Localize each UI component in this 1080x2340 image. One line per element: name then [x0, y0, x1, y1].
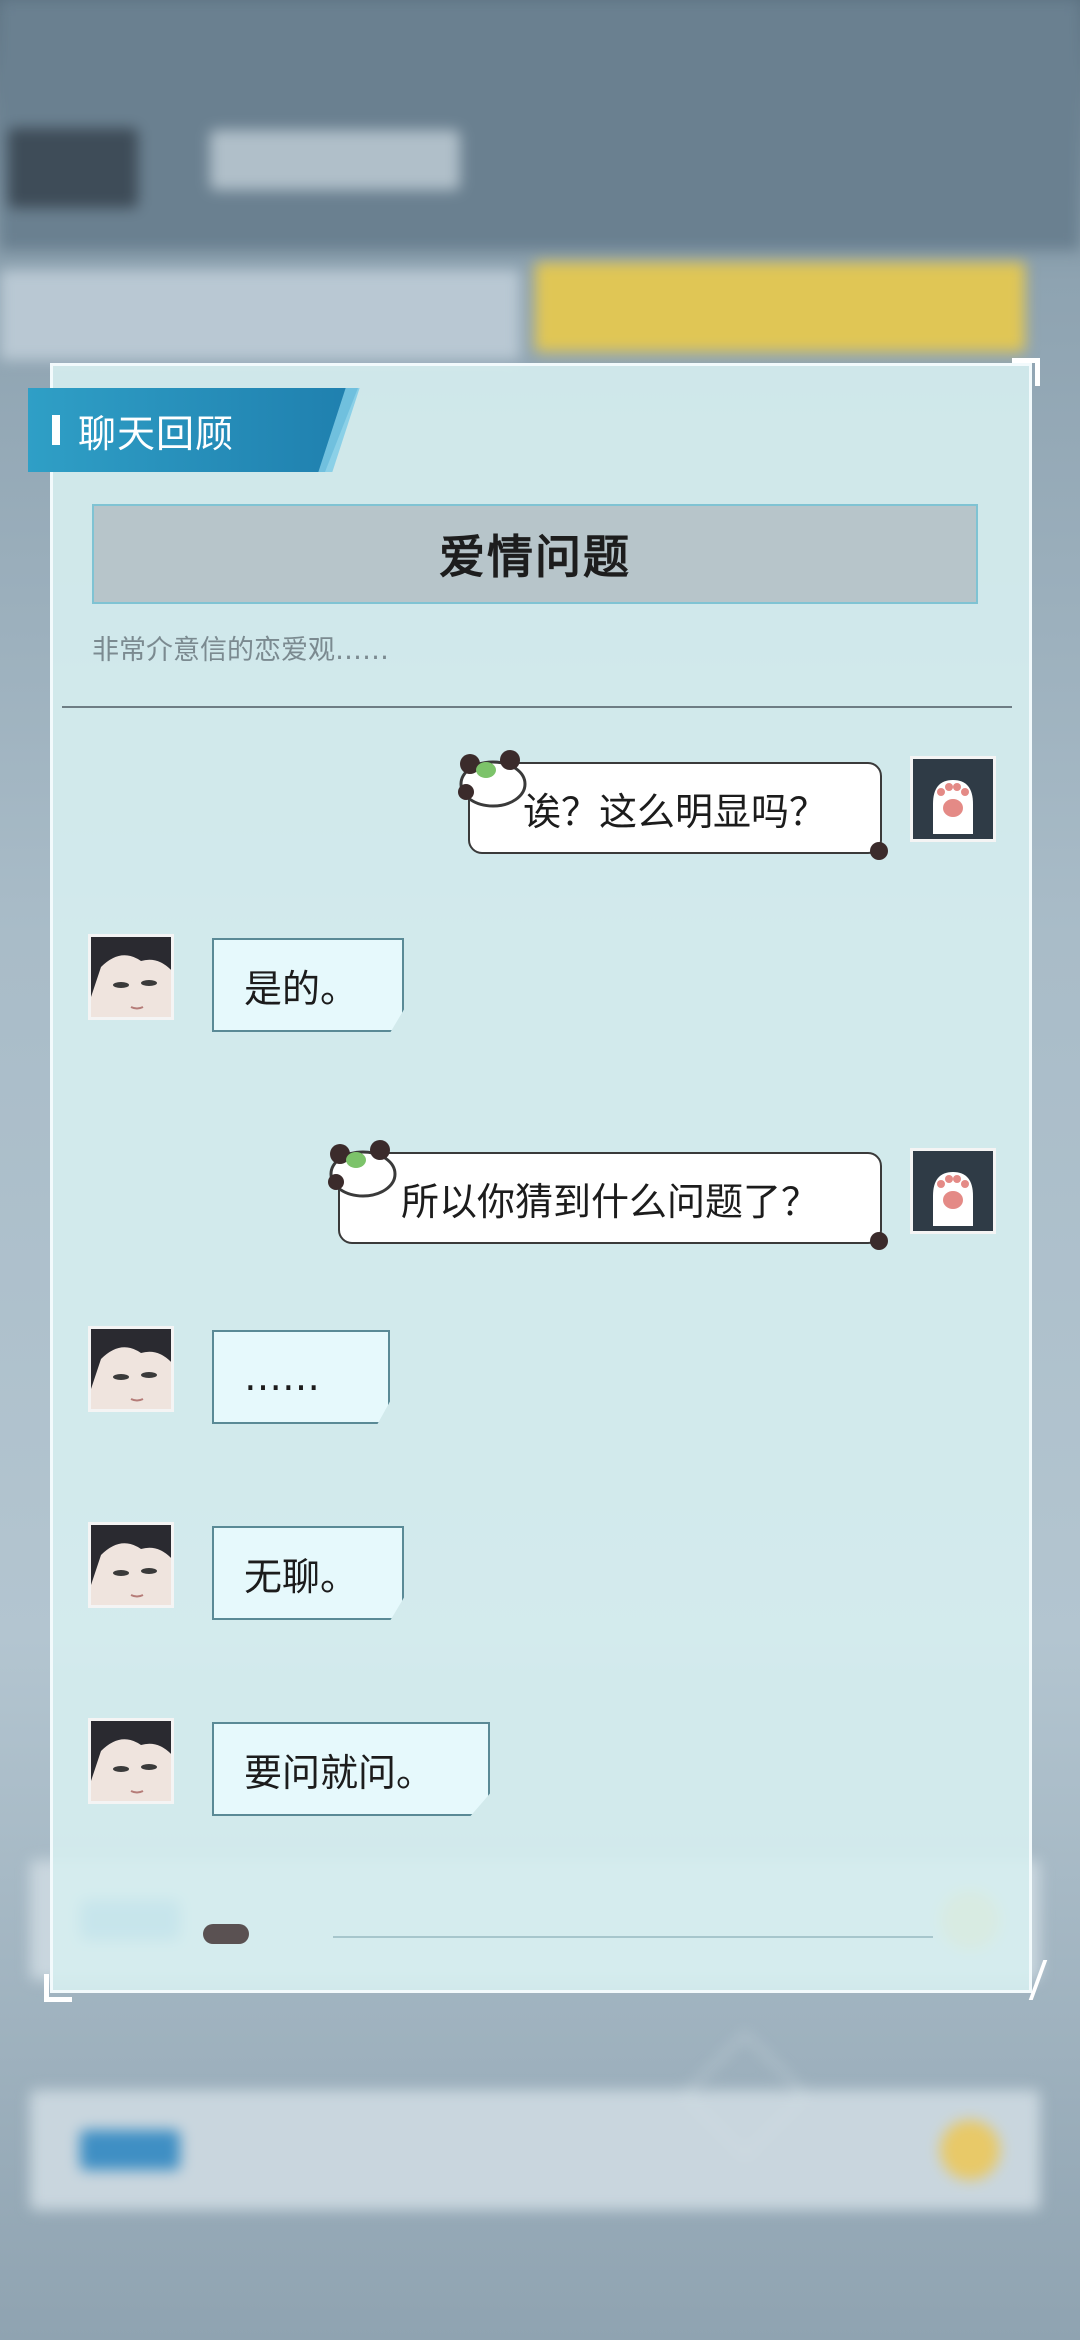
npc-avatar: [88, 1522, 174, 1608]
divider: [62, 706, 1012, 708]
message-bubble-user: 诶？这么明显吗？: [458, 750, 888, 860]
background-tab-left: [0, 270, 520, 360]
background-title: [210, 130, 460, 190]
sticker-dot: [870, 842, 888, 860]
next-message-peek: [333, 1936, 933, 1990]
cat-paw-icon: [933, 1172, 973, 1226]
panda-sticker-icon: [328, 1140, 397, 1198]
user-avatar: [910, 1148, 996, 1234]
message-text: 是的。: [244, 966, 359, 1011]
message-text: 无聊。: [244, 1554, 359, 1599]
message-bubble-npc: 是的。: [212, 938, 404, 1032]
background-tab-right: [535, 262, 1025, 352]
npc-avatar: [88, 1326, 174, 1412]
panda-sticker-icon: [203, 1924, 249, 1944]
chat-review-tab: 聊天回顾: [28, 388, 358, 472]
character-portrait: [91, 1329, 171, 1409]
background-header: [0, 0, 1080, 250]
background-back-button: [8, 128, 138, 208]
message-text: 诶？这么明显吗？: [522, 789, 827, 834]
background-list-row: [30, 2090, 1040, 2210]
message-bubble-user: 所以你猜到什么问题了？: [328, 1140, 888, 1250]
npc-avatar: [88, 1718, 174, 1804]
sticker-dot: [870, 1232, 888, 1250]
user-avatar: [910, 756, 996, 842]
panda-sticker-icon: [458, 750, 527, 808]
character-portrait: [91, 1525, 171, 1605]
message-bubble-npc: 要问就问。: [212, 1722, 490, 1816]
message-text: 所以你猜到什么问题了？: [400, 1179, 819, 1224]
cat-paw-icon: [933, 780, 973, 834]
tab-accent-bar: [52, 415, 60, 445]
panel-corner-decoration: [1012, 358, 1040, 386]
character-portrait: [91, 937, 171, 1017]
topic-subtitle: 非常介意信的恋爱观……: [92, 635, 389, 666]
chat-review-label: 聊天回顾: [78, 411, 235, 456]
topic-title-box: 爱情问题: [92, 504, 978, 604]
topic-title: 爱情问题: [439, 530, 631, 584]
character-portrait: [91, 1721, 171, 1801]
message-bubble-npc: ……: [212, 1330, 390, 1424]
message-text: ……: [244, 1355, 320, 1399]
panel-corner-decoration: [44, 1974, 72, 2002]
message-text: 要问就问。: [244, 1750, 435, 1795]
message-bubble-npc: 无聊。: [212, 1526, 404, 1620]
npc-avatar: [88, 934, 174, 1020]
